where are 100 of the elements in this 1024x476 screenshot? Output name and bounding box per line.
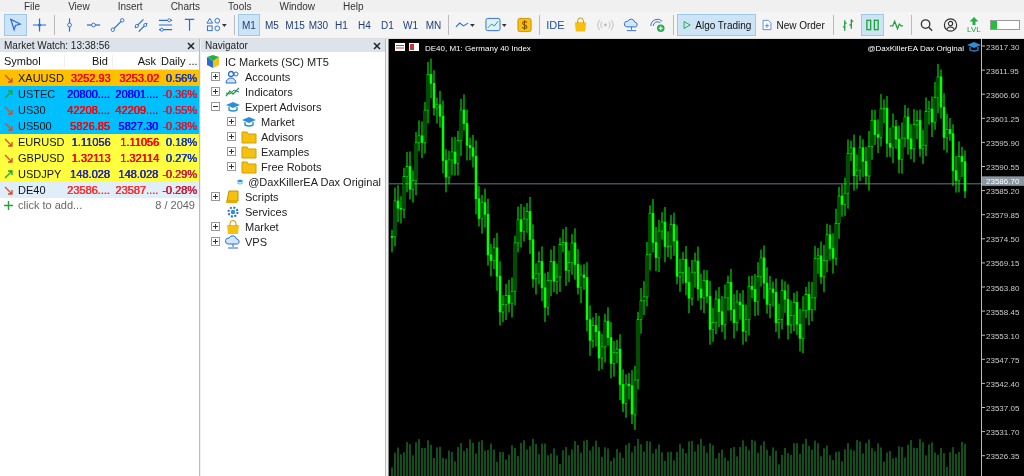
tree-item[interactable]: Expert Advisors	[245, 100, 322, 113]
expand-icon[interactable]	[227, 147, 236, 156]
symbol-row[interactable]: XAUUSD 3252.93 3253.02 0.56%	[0, 70, 199, 86]
tree-item[interactable]: @DaxKillerEA Dax Original	[248, 175, 381, 188]
menu-item[interactable]: Insert	[117, 0, 143, 12]
cloud-icon	[225, 234, 241, 249]
menu-item[interactable]: File	[24, 0, 41, 12]
price-label: 23574.50	[986, 235, 1020, 245]
new-order-icon	[762, 17, 773, 33]
timeframe-button[interactable]: W1	[399, 14, 422, 36]
timeframe-button[interactable]: M1	[237, 14, 260, 36]
tree-item[interactable]: VPS	[245, 235, 267, 248]
expand-icon[interactable]	[211, 222, 220, 231]
tree-item[interactable]: Accounts	[245, 70, 291, 83]
timeframe-button[interactable]: H4	[353, 14, 376, 36]
symbol-row[interactable]: GBPUSD 1.32113 1.32114 0.27%	[0, 150, 199, 166]
column-header[interactable]: Bid	[64, 54, 113, 67]
cursor-tool-button[interactable]	[4, 14, 28, 36]
bid-price: 1.32113	[70, 152, 112, 164]
symbol-row[interactable]: EURUSD 1.11056 1.11056 0.18%	[0, 134, 199, 150]
price-label: 23590.55	[986, 163, 1020, 172]
menu-item[interactable]: Tools	[228, 0, 252, 12]
candlestick-icon	[864, 17, 880, 33]
price-label: 23531.70	[986, 428, 1020, 438]
graduation-cap-icon	[967, 42, 981, 52]
crosshair-icon	[32, 17, 48, 33]
chart-title: DE40, M1: Germany 40 Index	[425, 44, 531, 53]
symbol-row[interactable]: USTEC 20800.... 20801.... -0.36%	[0, 86, 199, 102]
menu-item[interactable]: Help	[343, 0, 364, 12]
expand-icon[interactable]	[227, 132, 236, 141]
bid-price: 148.028	[69, 168, 111, 180]
timeframe-button[interactable]: M30	[307, 14, 330, 36]
symbol-row[interactable]: US30 42208.... 42209.... -0.55%	[0, 102, 199, 118]
up-arrow-icon	[968, 16, 979, 25]
symbol-name: US30	[18, 104, 46, 116]
symbol-row[interactable]: DE40 23586.... 23587.... -0.28%	[0, 182, 199, 198]
folder-icon	[241, 159, 257, 174]
add-icon[interactable]	[4, 200, 13, 210]
dollar-icon	[516, 17, 532, 33]
tree-item[interactable]: Services	[245, 205, 288, 218]
timeframe-button[interactable]: MN	[422, 14, 445, 36]
close-icon[interactable]	[187, 41, 195, 50]
chart-menu-icon[interactable]	[395, 43, 405, 51]
column-header[interactable]: Symbol	[0, 54, 65, 67]
tree-item[interactable]: IC Markets (SC) MT5	[225, 55, 329, 68]
expand-icon[interactable]	[227, 162, 236, 171]
ask-price: 1.11056	[119, 136, 161, 148]
ask-price: 23587....	[114, 184, 160, 196]
column-header[interactable]: Ask	[112, 54, 161, 67]
ask-price: 148.028	[117, 168, 160, 180]
price-label: 23601.25	[986, 114, 1020, 124]
menu-item[interactable]: Charts	[170, 0, 201, 12]
symbol-row[interactable]: USDJPY 148.028 148.028 -0.29%	[0, 166, 199, 182]
tree-item[interactable]: Market	[261, 115, 295, 128]
shapes-icon	[206, 17, 227, 33]
column-header[interactable]: Daily ...	[161, 54, 199, 67]
price-label: 23606.60	[986, 90, 1020, 100]
tree-item[interactable]: Market	[245, 220, 279, 233]
tree-item[interactable]: Advisors	[261, 130, 304, 143]
tree-item[interactable]: Scripts	[245, 190, 279, 203]
new-order-button[interactable]: New Order	[757, 14, 830, 36]
algo-trading-button[interactable]: Algo Trading	[676, 14, 757, 36]
menu-item[interactable]: Window	[279, 0, 316, 12]
graduation-cap-icon	[225, 99, 241, 114]
timeframe-button[interactable]: D1	[376, 14, 399, 36]
timeframe-button[interactable]: H1	[330, 14, 353, 36]
menu-item[interactable]: View	[68, 0, 90, 12]
symbol-name: USDJPY	[18, 168, 62, 180]
expand-icon[interactable]	[211, 72, 220, 81]
expand-icon[interactable]	[211, 87, 220, 96]
chart-properties-icon[interactable]	[409, 43, 419, 51]
tree-item[interactable]: Free Robots	[261, 160, 322, 173]
price-label: 23617.30	[986, 42, 1020, 52]
symbol-name: GBPUSD	[18, 152, 65, 164]
bid-price: 3252.93	[69, 72, 112, 84]
expand-icon[interactable]	[211, 192, 220, 201]
timeframe-button[interactable]: M5	[260, 14, 283, 36]
ask-price: 42209....	[114, 104, 160, 116]
tree-item[interactable]: Examples	[261, 145, 310, 158]
gear-icon	[225, 204, 241, 219]
close-icon[interactable]	[373, 41, 381, 50]
symbol-row[interactable]: US500 5826.85 5827.30 -0.38%	[0, 118, 199, 134]
expand-icon[interactable]	[227, 117, 236, 126]
daily-change: 0.56%	[164, 72, 198, 84]
bar-chart-icon	[840, 17, 856, 33]
search-icon	[918, 17, 934, 33]
expand-icon[interactable]	[211, 237, 220, 246]
timeframe-button[interactable]: M15	[283, 14, 307, 36]
panel-title: Navigator	[205, 40, 248, 51]
bid-price: 42208....	[66, 104, 111, 116]
tree-item[interactable]: Indicators	[245, 85, 293, 98]
price-label: 23558.45	[986, 307, 1020, 317]
price-label: 23526.35	[986, 452, 1020, 462]
price-label: 23569.15	[986, 259, 1020, 269]
ide-button[interactable]: IDE	[542, 14, 568, 36]
shopping-bag-icon	[225, 219, 241, 234]
collapse-icon[interactable]	[211, 102, 220, 111]
candles-chart-button[interactable]	[860, 14, 884, 36]
add-symbol-link[interactable]: click to add...	[18, 199, 83, 211]
down-arrow-icon	[4, 121, 13, 131]
